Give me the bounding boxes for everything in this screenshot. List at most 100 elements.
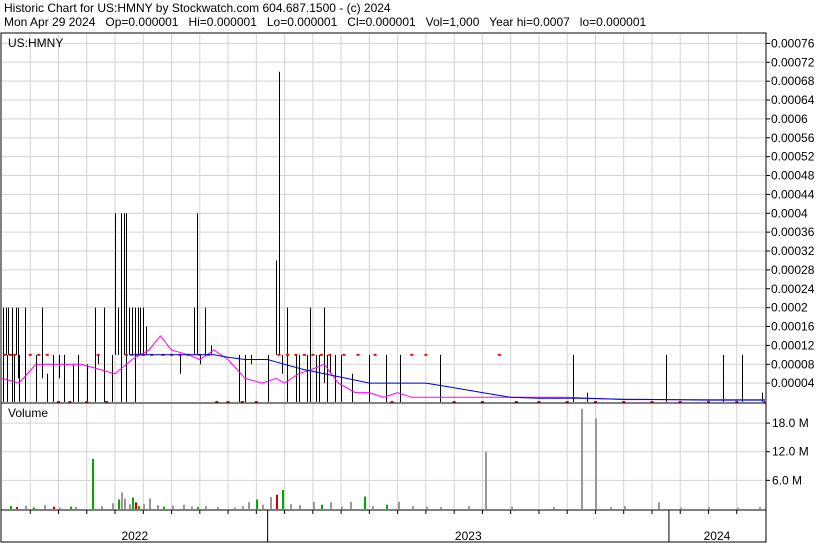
volume-bar <box>70 506 72 509</box>
price-tick-label: 0.00028 <box>771 263 815 277</box>
volume-bar <box>386 504 388 509</box>
volume-bar <box>276 494 278 509</box>
volume-bar <box>610 507 612 509</box>
close-marker <box>319 353 323 356</box>
volume-panel-frame <box>0 402 767 511</box>
volume-bar <box>16 507 18 509</box>
close-marker <box>13 353 17 356</box>
volume-bar <box>135 502 137 509</box>
volume-bar <box>234 507 236 509</box>
volume-bar <box>511 506 513 509</box>
price-tick-label: 0.00076 <box>771 36 815 50</box>
price-tick-label: 0.00004 <box>771 376 815 390</box>
price-tick-label: 0.00012 <box>771 338 815 352</box>
volume-bar <box>350 501 352 509</box>
volume-bar <box>183 504 185 509</box>
volume-bar <box>426 506 428 509</box>
price-tick-label: 0.00044 <box>771 187 815 201</box>
time-axis-frame <box>0 509 767 543</box>
volume-bar <box>242 506 244 509</box>
close-marker <box>96 353 100 356</box>
price-tick-label: 0.00052 <box>771 150 815 164</box>
volume-bar <box>299 505 301 509</box>
price-tick-label: 0.00064 <box>771 93 815 107</box>
volume-bar <box>118 499 120 509</box>
price-tick-label: 0.00016 <box>771 320 815 334</box>
volume-bar <box>398 501 400 509</box>
price-tick-label: 0.00032 <box>771 244 815 258</box>
volume-bar <box>157 505 159 509</box>
volume-tick-label: 12.0 M <box>772 445 809 459</box>
volume-bar <box>129 504 131 509</box>
volume-bar <box>680 507 682 509</box>
volume-tick-label: 6.0 M <box>772 473 802 487</box>
volume-bar <box>197 507 199 509</box>
volume-bar <box>143 504 145 509</box>
stock-chart: US:HMNY 0.000760.000720.000680.000640.00… <box>0 32 815 543</box>
volume-bar <box>217 507 219 509</box>
price-tick-label: 0.00072 <box>771 55 815 69</box>
volume-bar <box>553 507 555 509</box>
volume-bar <box>485 451 487 509</box>
volume-bar <box>149 498 151 509</box>
close-marker <box>285 353 289 356</box>
price-tick-label: 0.0006 <box>771 112 808 126</box>
close-marker <box>328 353 332 356</box>
close-marker <box>356 353 360 356</box>
price-tick-label: 0.00036 <box>771 225 815 239</box>
volume-bar <box>595 418 597 509</box>
close-marker <box>302 353 306 356</box>
volume-bar <box>581 408 583 509</box>
volume-bar <box>256 499 258 509</box>
close-marker <box>8 353 12 356</box>
volume-bar <box>112 503 114 509</box>
volume-bar <box>282 489 284 509</box>
close-marker <box>410 353 414 356</box>
price-tick-label: 0.00048 <box>771 169 815 183</box>
volume-bar <box>341 506 343 509</box>
close-marker <box>3 353 7 356</box>
close-marker <box>373 353 377 356</box>
price-axis: 0.00076 0.00072 0.00068 0.00064 0.0006 0.0005… <box>766 36 815 390</box>
volume-bar <box>191 506 193 509</box>
volume-bar <box>205 506 207 509</box>
price-panel-title: US:HMNY <box>8 36 63 50</box>
volume-bar <box>737 507 739 509</box>
volume-bar <box>708 507 710 509</box>
close-marker <box>294 353 298 356</box>
volume-bar <box>33 507 35 509</box>
price-tick-label: 0.0002 <box>771 301 808 315</box>
volume-bar <box>313 501 315 509</box>
volume-panel-title: Volume <box>8 406 48 420</box>
volume-bar <box>172 505 174 509</box>
volume-bar <box>132 497 134 509</box>
volume-bar <box>121 492 123 509</box>
volume-bar <box>321 504 323 509</box>
price-tick-label: 0.0004 <box>771 206 808 220</box>
volume-bar <box>364 496 366 509</box>
close-marker <box>37 353 41 356</box>
volume-bar <box>290 504 292 509</box>
volume-bar <box>124 498 126 509</box>
volume-bar <box>658 502 660 509</box>
volume-bar <box>759 507 761 509</box>
volume-bar <box>59 507 61 509</box>
close-marker <box>28 353 32 356</box>
close-marker <box>497 353 501 356</box>
close-marker <box>424 353 428 356</box>
close-marker <box>124 353 128 356</box>
volume-tick-label: 18.0 M <box>772 416 809 430</box>
year-label: 2024 <box>704 529 731 543</box>
year-label: 2022 <box>121 529 148 543</box>
volume-bar <box>624 506 626 509</box>
volume-bar <box>75 507 77 509</box>
close-marker <box>342 353 346 356</box>
volume-bar <box>372 506 374 509</box>
volume-bar <box>330 502 332 509</box>
price-tick-label: 0.00024 <box>771 282 815 296</box>
close-marker <box>311 353 315 356</box>
volume-bar <box>10 506 12 509</box>
volume-bar <box>163 506 165 509</box>
close-marker <box>45 353 49 356</box>
volume-axis: 18.0 M 12.0 M 6.0 M <box>766 416 809 487</box>
